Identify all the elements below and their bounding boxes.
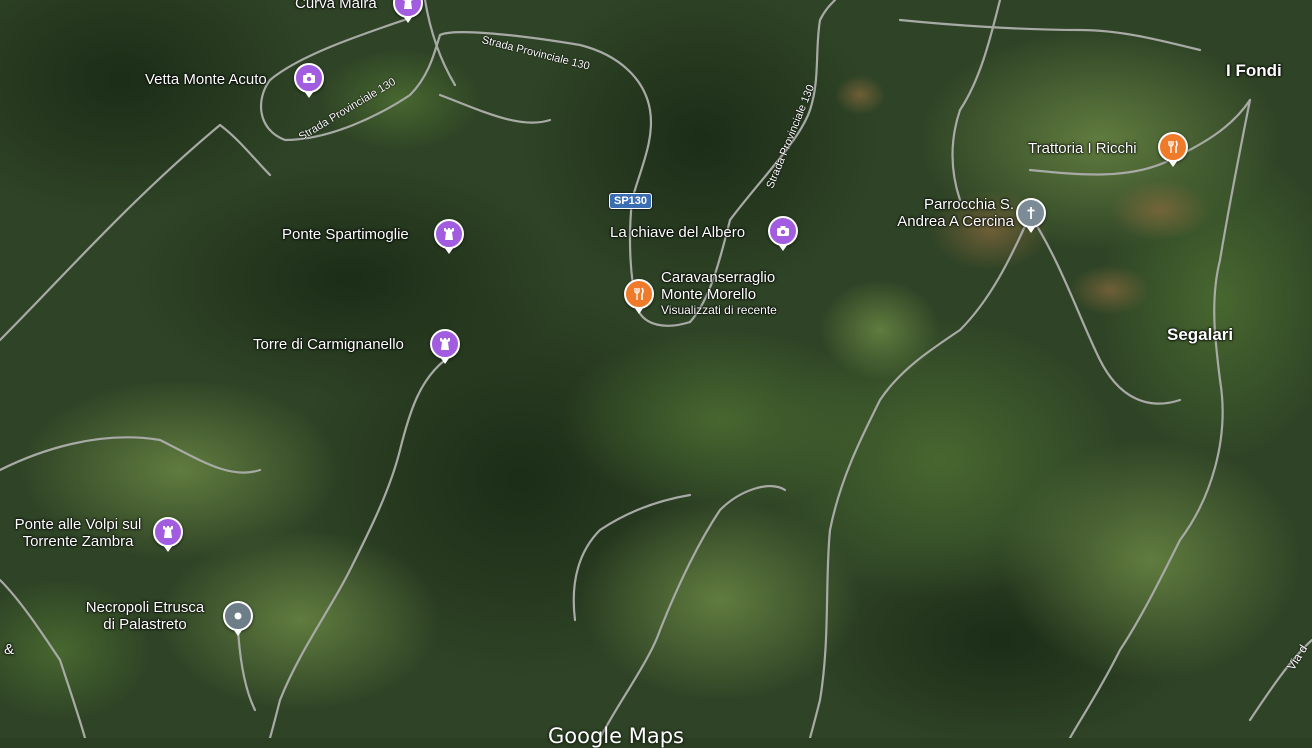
chiave-albero-label[interactable]: La chiave del Albero [610, 224, 745, 241]
necropoli-label[interactable]: Necropoli Etrusca di Palastreto [70, 599, 220, 634]
caravanserraglio-line1: Caravanserraglio [661, 269, 776, 286]
necropoli-pin[interactable] [223, 601, 253, 636]
curva-maira-label[interactable]: Curva Maira [295, 0, 377, 12]
torre-carmignanello-pin[interactable] [430, 329, 460, 364]
camera-icon [303, 73, 315, 83]
necropoli-line1: Necropoli Etrusca [85, 599, 205, 616]
parrocchia-pin[interactable] [1016, 198, 1046, 233]
tower-icon [444, 228, 454, 240]
caravanserraglio-label[interactable]: Caravanserraglio Monte Morello Visualizz… [661, 269, 811, 317]
trattoria-ricchi-label[interactable]: Trattoria I Ricchi [1028, 140, 1137, 157]
vetta-monte-acuto-pin[interactable] [294, 63, 324, 98]
sp130-shield[interactable]: SP130 [609, 193, 653, 209]
place-segalari[interactable]: Segalari [1167, 325, 1233, 345]
tower-icon [440, 338, 450, 350]
necropoli-line2: di Palastreto [103, 616, 187, 634]
chiave-albero-pin[interactable] [768, 216, 798, 251]
ponte-spartimoglie-label[interactable]: Ponte Spartimoglie [282, 226, 409, 243]
parrocchia-label[interactable]: Parrocchia S. Andrea A Cercina [879, 196, 1014, 231]
caravanserraglio-pin[interactable] [624, 279, 654, 314]
ponte-spartimoglie-pin[interactable] [434, 219, 464, 254]
fork-knife-icon [1168, 140, 1178, 153]
dot-icon [234, 612, 242, 620]
torre-carmignanello-label[interactable]: Torre di Carmignanello [253, 336, 404, 353]
camera-icon [777, 226, 789, 236]
place-i-fondi[interactable]: I Fondi [1226, 61, 1282, 81]
caravanserraglio-sublabel: Visualizzati di recente [661, 302, 777, 317]
fork-knife-icon [634, 287, 644, 300]
trattoria-ricchi-pin[interactable] [1158, 132, 1188, 167]
tower-icon [163, 526, 173, 538]
caravanserraglio-line2: Monte Morello [661, 286, 757, 304]
ponte-volpi-line1: Ponte alle Volpi sul [14, 516, 142, 533]
google-maps-logo: Google Maps [548, 724, 684, 748]
vetta-monte-acuto-label[interactable]: Vetta Monte Acuto [145, 71, 267, 88]
cross-icon [1027, 207, 1035, 219]
edge-fragment-label: & [4, 641, 15, 658]
parrocchia-line2: Andrea A Cercina [897, 213, 1014, 231]
ponte-volpi-pin[interactable] [153, 517, 183, 552]
tower-icon [403, 0, 413, 9]
ponte-volpi-line2: Torrente Zambra [22, 533, 134, 551]
ponte-volpi-label[interactable]: Ponte alle Volpi sul Torrente Zambra [3, 516, 153, 551]
parrocchia-line1: Parrocchia S. [923, 196, 1014, 213]
